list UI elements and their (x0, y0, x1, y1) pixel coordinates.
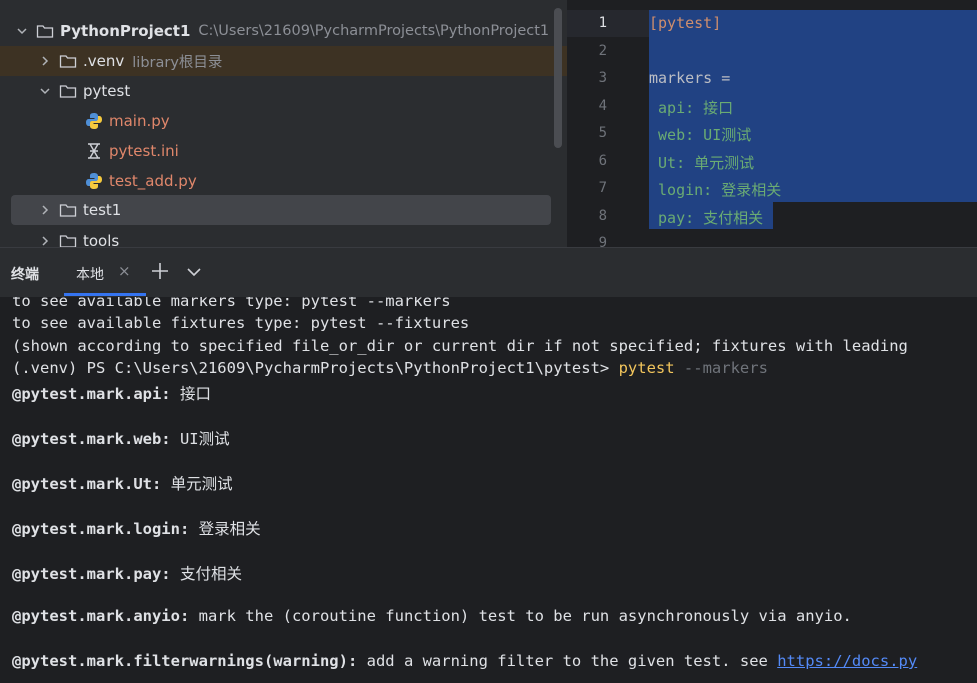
project-path: C:\Users\21609\PycharmProjects\PythonPro… (198, 23, 550, 39)
tab-local[interactable]: 本地 × (64, 248, 146, 298)
marker-line: @pytest.mark.api: 接口 (12, 382, 211, 404)
marker-name: @pytest.mark.api: (12, 385, 171, 403)
tree-item-label: pytest (83, 82, 131, 100)
tree-item-tools[interactable]: tools (0, 226, 567, 247)
code-line[interactable]: Ut: 单元测试 (649, 152, 754, 173)
chevron-down-icon[interactable] (37, 76, 53, 106)
tree-item-label: tools (83, 232, 120, 247)
marker-desc: 支付相关 (170, 565, 242, 583)
terminal-title: 终端 (11, 267, 39, 283)
tree-item-label: .venv (83, 52, 125, 70)
marker-line: @pytest.mark.Ut: 单元测试 (12, 472, 233, 494)
line-number: 5 (598, 125, 607, 141)
marker-line: @pytest.mark.login: 登录相关 (12, 517, 261, 539)
chevron-down-icon[interactable] (185, 263, 203, 281)
code-line[interactable]: pay: 支付相关 (649, 207, 763, 228)
folder-icon (36, 23, 54, 39)
terminal-line: (shown according to specified file_or_di… (12, 337, 908, 355)
tree-item-venv[interactable]: .venv library根目录 (0, 46, 567, 76)
ini-section: [pytest] (649, 14, 722, 32)
marker-line: @pytest.mark.anyio: mark the (coroutine … (12, 607, 852, 625)
marker-name: @pytest.mark.anyio: (12, 607, 190, 625)
marker-desc: 单元测试 (161, 475, 233, 493)
terminal-line: to see available markers type: pytest --… (12, 297, 451, 310)
tree-root-row[interactable]: PythonProject1 C:\Users\21609\PycharmPro… (0, 16, 567, 46)
folder-icon (59, 53, 77, 69)
line-gutter: 1 2 3 4 5 6 7 8 9 (567, 0, 649, 247)
chevron-right-icon[interactable] (37, 226, 53, 247)
editor-pane[interactable]: 1 2 3 4 5 6 7 8 9 [pytest] markers = api… (567, 0, 977, 247)
tree-item-label: test1 (83, 201, 122, 219)
chevron-down-icon[interactable] (14, 16, 30, 46)
marker-name: @pytest.mark.filterwarnings(warning): (12, 652, 358, 670)
tree-item-pytest[interactable]: pytest (0, 76, 567, 106)
active-tab-indicator (64, 293, 146, 296)
code-line[interactable]: [pytest] (649, 14, 721, 32)
chevron-right-icon[interactable] (37, 46, 53, 76)
tree-item-label: pytest.ini (109, 142, 179, 160)
tree-item-test-add-py[interactable]: test_add.py (0, 166, 567, 196)
library-root-note: library根目录 (132, 54, 223, 71)
folder-icon (59, 233, 77, 247)
close-icon[interactable]: × (118, 262, 131, 280)
ini-file-icon (85, 143, 103, 159)
marker-line: @pytest.mark.filterwarnings(warning): ad… (12, 652, 917, 670)
prompt: (.venv) PS C:\Users\21609\PycharmProject… (12, 359, 619, 377)
plus-icon[interactable] (150, 261, 170, 281)
tree-item-label: test_add.py (109, 172, 197, 190)
tab-label: 本地 (76, 267, 104, 283)
line-number: 8 (598, 208, 607, 224)
tree-item-main-py[interactable]: main.py (0, 106, 567, 136)
line-number: 9 (598, 235, 607, 247)
command: pytest (618, 359, 675, 377)
marker-desc: 登录相关 (189, 520, 261, 538)
marker-line: @pytest.mark.pay: 支付相关 (12, 562, 242, 584)
code-line[interactable]: markers = (649, 69, 730, 87)
docs-link[interactable]: https://docs.py (777, 652, 917, 670)
line-number: 2 (598, 43, 607, 59)
terminal-prompt-line: (.venv) PS C:\Users\21609\PycharmProject… (12, 359, 768, 377)
marker-name: @pytest.mark.Ut: (12, 475, 162, 493)
tree-item-label: main.py (109, 112, 170, 130)
line-number: 4 (598, 98, 607, 114)
marker-name: @pytest.mark.web: (12, 430, 171, 448)
code-line[interactable]: login: 登录相关 (649, 179, 781, 200)
line-number: 1 (598, 15, 607, 31)
tree-item-test1[interactable]: test1 (11, 195, 551, 225)
tree-scrollbar[interactable] (554, 8, 562, 148)
folder-icon (59, 202, 77, 218)
terminal-line: to see available fixtures type: pytest -… (12, 314, 470, 332)
line-number: 6 (598, 153, 607, 169)
folder-icon (59, 83, 77, 99)
marker-desc: add a warning filter to the given test. … (357, 652, 778, 670)
code-line[interactable]: web: UI测试 (649, 124, 751, 145)
marker-desc: mark the (coroutine function) test to be… (189, 607, 852, 625)
python-file-icon (85, 113, 103, 129)
python-file-icon (85, 173, 103, 189)
chevron-right-icon[interactable] (37, 195, 53, 225)
marker-name: @pytest.mark.pay: (12, 565, 171, 583)
marker-desc: 接口 (170, 385, 211, 403)
ini-key: markers = (649, 69, 731, 87)
marker-line: @pytest.mark.web: UI测试 (12, 427, 230, 449)
tree-item-pytest-ini[interactable]: pytest.ini (0, 136, 567, 166)
marker-desc: UI测试 (170, 430, 230, 448)
project-panel: PythonProject1 C:\Users\21609\PycharmPro… (0, 0, 567, 247)
terminal-toolbar: 终端 本地 × (0, 247, 977, 297)
terminal-output[interactable]: to see available markers type: pytest --… (0, 297, 977, 683)
project-name: PythonProject1 (60, 22, 191, 40)
code-line[interactable]: api: 接口 (649, 97, 733, 118)
line-number: 7 (598, 180, 607, 196)
command-arg: --markers (674, 359, 768, 377)
marker-name: @pytest.mark.login: (12, 520, 190, 538)
line-number: 3 (598, 70, 607, 86)
